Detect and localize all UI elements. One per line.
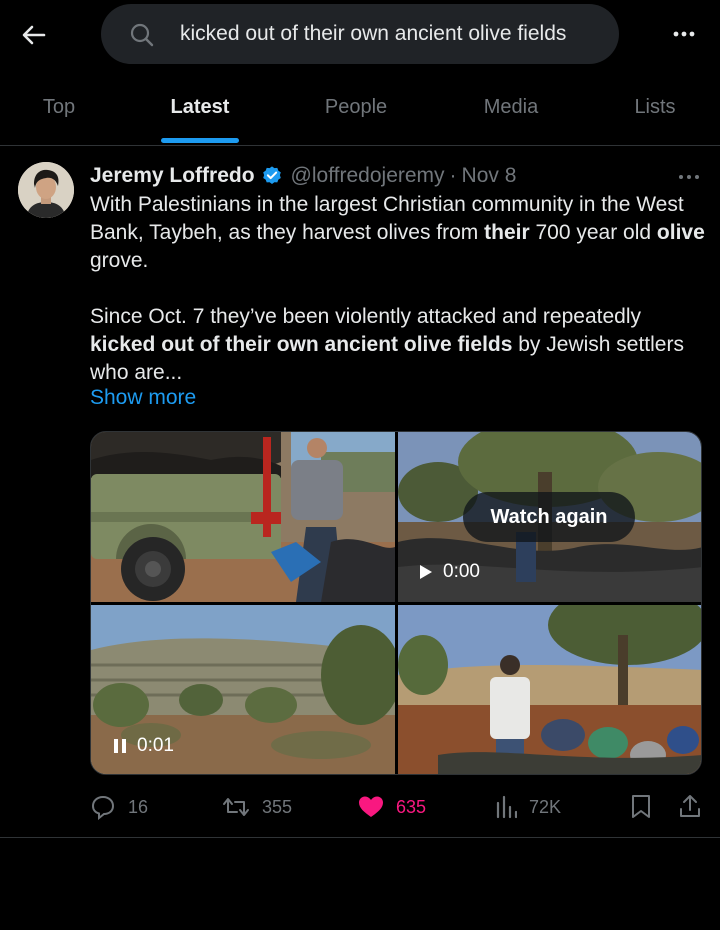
tweet-more-icon[interactable] xyxy=(676,168,702,186)
verified-badge-icon xyxy=(261,165,283,187)
tab-people[interactable]: People xyxy=(310,68,402,146)
search-input[interactable]: kicked out of their own ancient olive fi… xyxy=(180,22,566,46)
reply-count: 16 xyxy=(128,796,149,817)
watch-again-button[interactable]: Watch again xyxy=(463,492,635,542)
tab-top[interactable]: Top xyxy=(22,68,96,146)
video-timestamp: 0:00 xyxy=(419,558,480,586)
tab-label: Latest xyxy=(170,96,230,118)
tab-lists[interactable]: Lists xyxy=(622,68,688,146)
avatar[interactable] xyxy=(18,162,74,218)
tweet-paragraph-1: With Palestinians in the largest Christi… xyxy=(90,191,705,275)
highlight-run: their xyxy=(484,221,530,244)
repost-icon xyxy=(223,798,249,816)
media-photo-truck[interactable] xyxy=(91,432,395,602)
text-run: grove. xyxy=(90,249,149,272)
video-time-label: 0:01 xyxy=(137,735,174,756)
share-icon xyxy=(680,795,700,817)
video-time-label: 0:00 xyxy=(443,561,480,582)
active-tab-indicator xyxy=(161,138,239,143)
like-count: 635 xyxy=(396,796,427,817)
search-icon xyxy=(129,22,155,48)
views-button[interactable]: 72K xyxy=(495,792,561,822)
pause-icon[interactable] xyxy=(113,738,127,754)
tab-label: Top xyxy=(42,96,76,118)
show-more-link[interactable]: Show more xyxy=(90,386,196,410)
like-button[interactable]: 635 xyxy=(358,792,426,822)
tab-latest[interactable]: Latest xyxy=(155,68,245,146)
views-count: 72K xyxy=(529,796,562,817)
back-arrow-icon[interactable] xyxy=(18,20,48,50)
play-icon[interactable] xyxy=(419,564,433,580)
tweet-text: With Palestinians in the largest Christi… xyxy=(90,191,705,387)
text-run: Since Oct. 7 they’ve been violently atta… xyxy=(90,305,642,328)
reply-button[interactable]: 16 xyxy=(90,792,148,822)
separator: · xyxy=(449,164,457,187)
author-handle[interactable]: @loffredojeremy xyxy=(291,164,445,188)
search-box[interactable]: kicked out of their own ancient olive fi… xyxy=(101,4,619,64)
tweet-divider xyxy=(0,837,720,838)
author-name[interactable]: Jeremy Loffredo xyxy=(90,164,255,188)
video-timestamp: 0:01 xyxy=(113,732,174,760)
tweet-paragraph-2: Since Oct. 7 they’ve been violently atta… xyxy=(90,303,705,387)
media-grid: Watch again 0:00 0:01 xyxy=(90,431,702,775)
top-bar: kicked out of their own ancient olive fi… xyxy=(0,0,720,68)
bookmark-icon xyxy=(632,795,650,818)
repost-button[interactable]: 355 xyxy=(222,792,292,822)
like-icon xyxy=(359,796,383,817)
tab-media[interactable]: Media xyxy=(468,68,554,146)
text-run: 700 year old xyxy=(529,221,657,244)
tweet-actions: 16 355 635 72K xyxy=(90,792,710,822)
search-tabs: Top Latest People Media Lists xyxy=(0,68,720,146)
tab-label: Lists xyxy=(634,96,676,118)
tweet-header: Jeremy Loffredo @loffredojeremy · Nov 8 xyxy=(90,162,516,190)
more-icon[interactable] xyxy=(670,22,698,46)
share-button[interactable] xyxy=(678,792,714,822)
highlight-run: olive xyxy=(656,221,705,244)
media-photo-olive-pickers[interactable] xyxy=(398,605,701,774)
reply-icon xyxy=(91,795,115,820)
views-icon xyxy=(496,795,517,819)
highlight-run: kicked out of their own ancient olive fi… xyxy=(90,333,513,356)
tab-label: Media xyxy=(483,96,539,118)
bookmark-button[interactable] xyxy=(630,792,664,822)
tab-label: People xyxy=(324,96,388,118)
tweet-date[interactable]: Nov 8 xyxy=(462,164,517,188)
repost-count: 355 xyxy=(262,796,293,817)
